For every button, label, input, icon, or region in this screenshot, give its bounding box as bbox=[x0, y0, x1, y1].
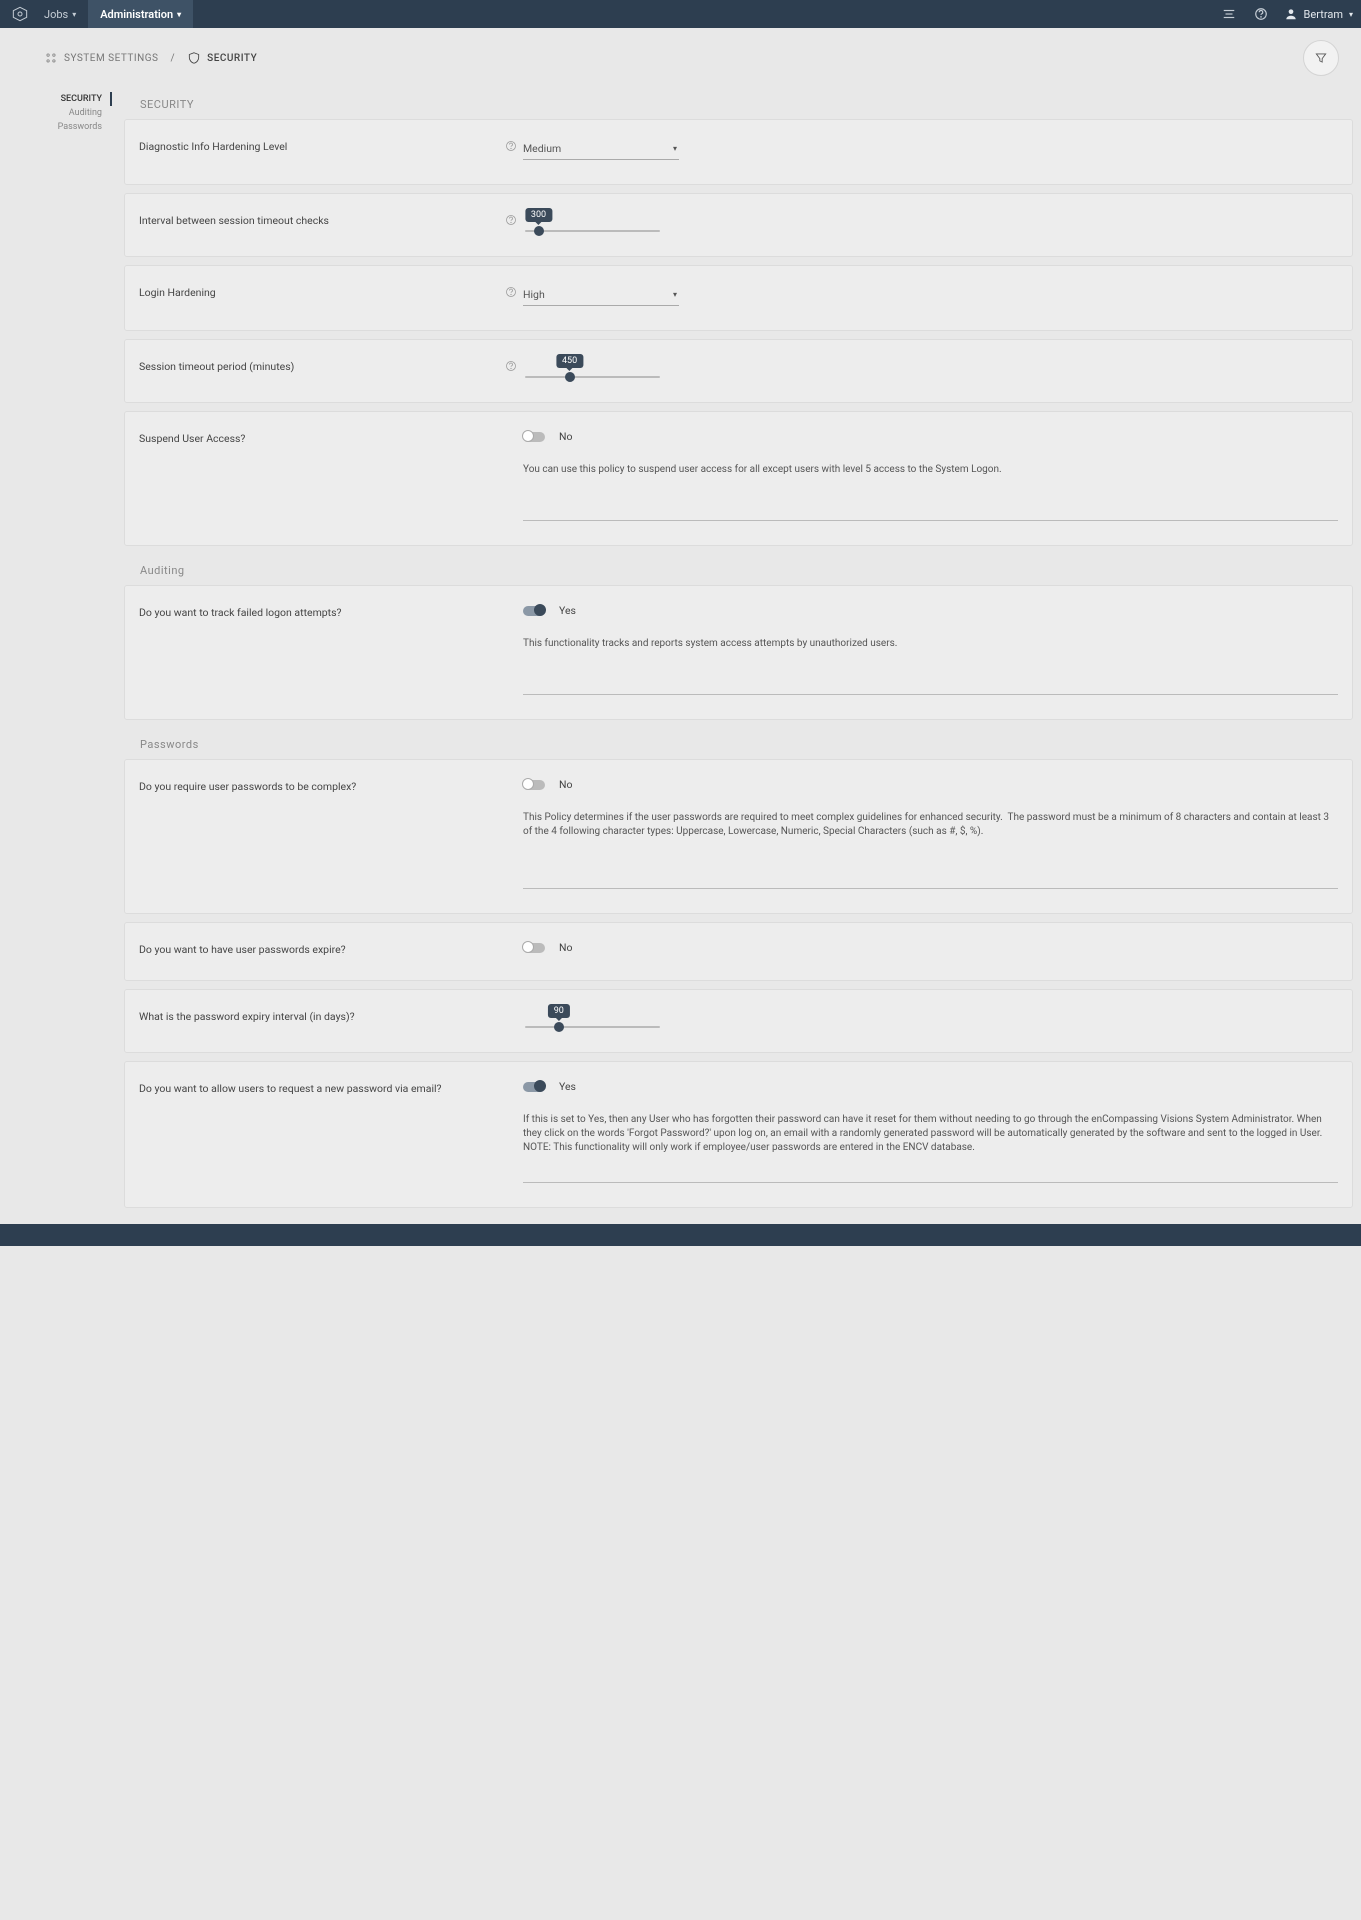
help-icon[interactable] bbox=[499, 212, 523, 232]
help-icon[interactable] bbox=[499, 284, 523, 306]
slider-thumb[interactable] bbox=[534, 226, 544, 236]
breadcrumb: SYSTEM SETTINGS / SECURITY bbox=[44, 51, 257, 65]
label-timeout-period: Session timeout period (minutes) bbox=[139, 358, 499, 378]
help-icon[interactable] bbox=[499, 138, 523, 160]
select-login-hardening[interactable]: High ▾ bbox=[523, 284, 679, 306]
slider-timeout[interactable]: 450 bbox=[525, 376, 660, 378]
label-passwords-expire: Do you want to have user passwords expir… bbox=[139, 941, 499, 956]
section-header-passwords: Passwords bbox=[124, 728, 1353, 759]
card-timeout-period: Session timeout period (minutes) 450 bbox=[124, 339, 1353, 403]
label-complex-passwords: Do you require user passwords to be comp… bbox=[139, 778, 499, 889]
help-icon[interactable] bbox=[499, 358, 523, 378]
section-header-security: SECURITY bbox=[124, 88, 1353, 119]
card-complex-passwords: Do you require user passwords to be comp… bbox=[124, 759, 1353, 914]
card-expiry-interval: What is the password expiry interval (in… bbox=[124, 989, 1353, 1053]
breadcrumb-separator: / bbox=[171, 53, 176, 64]
breadcrumb-current: SECURITY bbox=[207, 53, 257, 64]
nav-jobs[interactable]: Jobs ▾ bbox=[32, 0, 88, 28]
desc-request-email[interactable] bbox=[523, 1111, 1338, 1183]
label-request-email: Do you want to allow users to request a … bbox=[139, 1080, 499, 1183]
chevron-down-icon: ▾ bbox=[1349, 10, 1353, 19]
user-name: Bertram bbox=[1304, 8, 1343, 21]
card-track-failed: Do you want to track failed logon attemp… bbox=[124, 585, 1353, 720]
main-panel: SECURITY Diagnostic Info Hardening Level… bbox=[112, 88, 1353, 1216]
breadcrumb-bar: SYSTEM SETTINGS / SECURITY bbox=[0, 28, 1361, 88]
chevron-down-icon: ▾ bbox=[177, 10, 181, 19]
desc-complex-passwords[interactable] bbox=[523, 809, 1338, 889]
label-track-failed: Do you want to track failed logon attemp… bbox=[139, 604, 499, 695]
user-icon bbox=[1284, 7, 1298, 21]
label-diag-level: Diagnostic Info Hardening Level bbox=[139, 138, 499, 160]
sidenav-security[interactable]: SECURITY bbox=[0, 92, 112, 106]
menu-icon[interactable] bbox=[1220, 5, 1238, 23]
toggle-value: No bbox=[559, 430, 572, 443]
card-interval: Interval between session timeout checks … bbox=[124, 193, 1353, 257]
footer-bar bbox=[0, 1224, 1361, 1246]
label-interval: Interval between session timeout checks bbox=[139, 212, 499, 232]
card-login-hardening: Login Hardening High ▾ bbox=[124, 265, 1353, 331]
slider-bubble: 300 bbox=[525, 208, 552, 222]
toggle-value: No bbox=[559, 941, 572, 954]
settings-icon bbox=[44, 51, 58, 65]
card-request-email: Do you want to allow users to request a … bbox=[124, 1061, 1353, 1208]
nav-jobs-label: Jobs bbox=[44, 8, 68, 21]
nav-admin-label: Administration bbox=[100, 8, 173, 21]
app-logo[interactable] bbox=[8, 2, 32, 26]
slider-thumb[interactable] bbox=[565, 372, 575, 382]
select-value: High bbox=[523, 288, 545, 301]
select-diag-level[interactable]: Medium ▾ bbox=[523, 138, 679, 160]
slider-expiry-interval[interactable]: 90 bbox=[525, 1026, 660, 1028]
sidenav-passwords[interactable]: Passwords bbox=[0, 120, 112, 134]
user-menu[interactable]: Bertram ▾ bbox=[1284, 7, 1353, 21]
chevron-down-icon: ▾ bbox=[72, 10, 76, 19]
label-suspend-access: Suspend User Access? bbox=[139, 430, 499, 521]
topbar: Jobs ▾ Administration ▾ Bertram ▾ bbox=[0, 0, 1361, 28]
label-expiry-interval: What is the password expiry interval (in… bbox=[139, 1008, 499, 1028]
desc-track-failed[interactable] bbox=[523, 635, 1338, 695]
slider-interval[interactable]: 300 bbox=[525, 230, 660, 232]
filter-icon bbox=[1314, 51, 1328, 65]
section-header-auditing: Auditing bbox=[124, 554, 1353, 585]
card-diag-level: Diagnostic Info Hardening Level Medium ▾ bbox=[124, 119, 1353, 185]
slider-bubble: 450 bbox=[556, 354, 583, 368]
breadcrumb-root[interactable]: SYSTEM SETTINGS bbox=[64, 53, 159, 64]
toggle-value: Yes bbox=[559, 1080, 576, 1093]
shield-icon bbox=[187, 51, 201, 65]
filter-button[interactable] bbox=[1303, 40, 1339, 76]
sidenav-auditing[interactable]: Auditing bbox=[0, 106, 112, 120]
chevron-down-icon: ▾ bbox=[673, 144, 677, 153]
toggle-suspend-access[interactable] bbox=[523, 432, 545, 442]
toggle-track-failed[interactable] bbox=[523, 606, 545, 616]
select-value: Medium bbox=[523, 142, 561, 155]
toggle-value: No bbox=[559, 778, 572, 791]
slider-bubble: 90 bbox=[548, 1004, 570, 1018]
toggle-complex-passwords[interactable] bbox=[523, 780, 545, 790]
toggle-request-email[interactable] bbox=[523, 1082, 545, 1092]
desc-suspend-access[interactable] bbox=[523, 461, 1338, 521]
nav-administration[interactable]: Administration ▾ bbox=[88, 0, 193, 28]
toggle-passwords-expire[interactable] bbox=[523, 943, 545, 953]
chevron-down-icon: ▾ bbox=[673, 290, 677, 299]
slider-thumb[interactable] bbox=[554, 1022, 564, 1032]
help-icon[interactable] bbox=[1252, 5, 1270, 23]
toggle-value: Yes bbox=[559, 604, 576, 617]
card-passwords-expire: Do you want to have user passwords expir… bbox=[124, 922, 1353, 981]
side-nav: SECURITY Auditing Passwords bbox=[0, 88, 112, 1216]
label-login-hardening: Login Hardening bbox=[139, 284, 499, 306]
card-suspend-access: Suspend User Access? No bbox=[124, 411, 1353, 546]
